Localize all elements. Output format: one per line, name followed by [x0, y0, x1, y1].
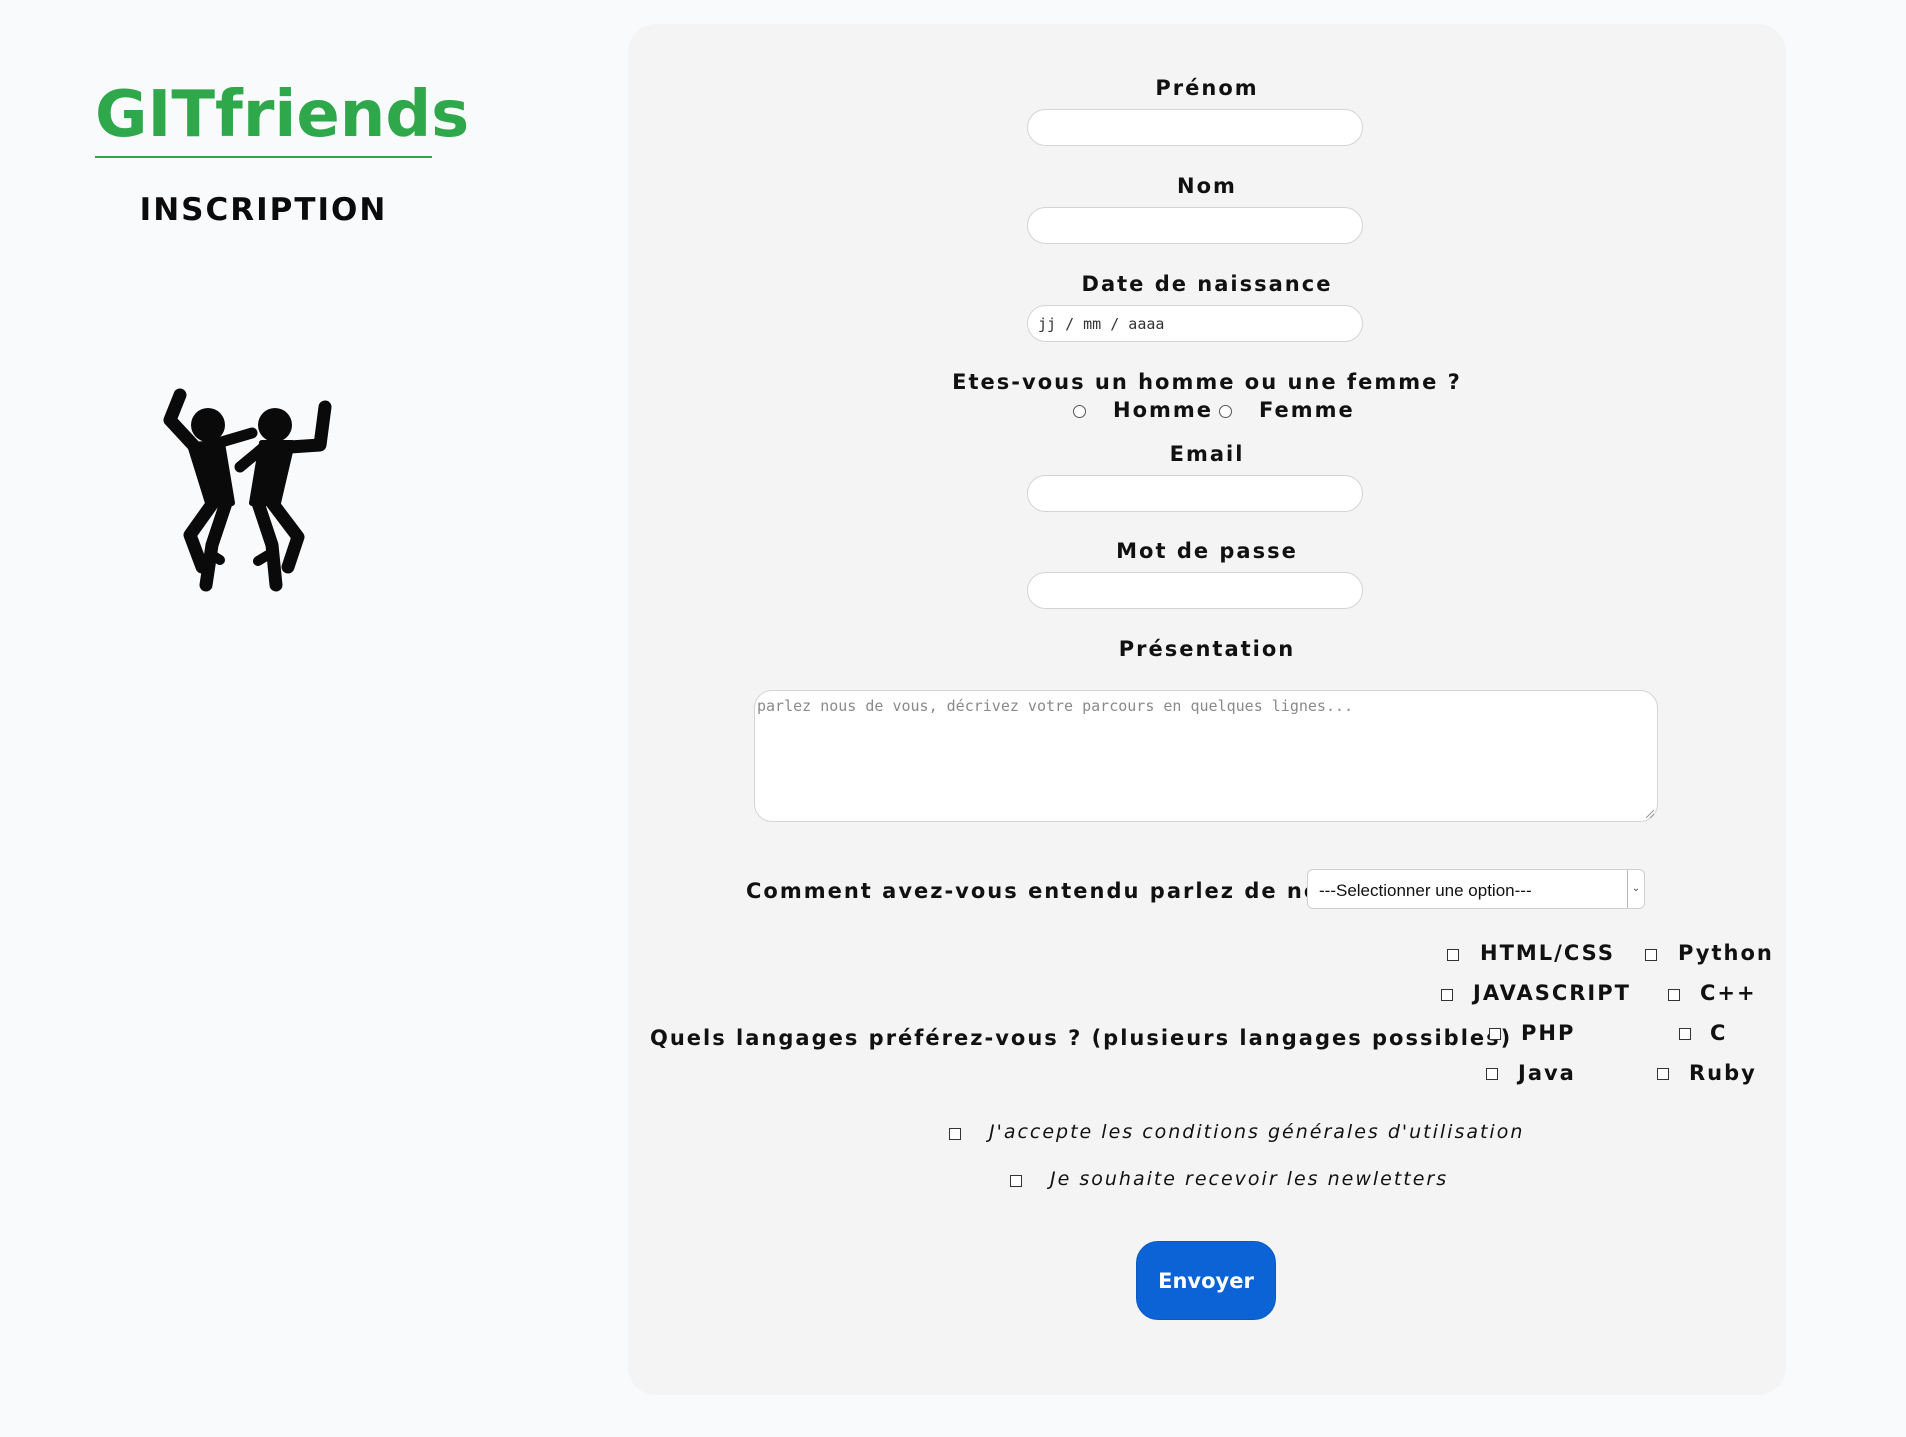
submit-button[interactable]: Envoyer	[1136, 1241, 1276, 1320]
radio-femme[interactable]	[1219, 405, 1232, 418]
gender-question: Etes-vous un homme ou une femme ?	[952, 370, 1462, 394]
first-name-label: Prénom	[1155, 76, 1259, 100]
checkbox-javascript-label[interactable]: JAVASCRIPT	[1473, 981, 1631, 1005]
dancing-people-icon	[163, 388, 332, 592]
last-name-input[interactable]	[1027, 207, 1363, 244]
languages-question: Quels langages préférez-vous ? (plusieur…	[650, 1026, 1513, 1050]
source-select-value: ---Selectionner une option---	[1319, 881, 1532, 900]
checkbox-ruby-label[interactable]: Ruby	[1689, 1061, 1757, 1085]
checkbox-java[interactable]	[1486, 1068, 1498, 1080]
checkbox-java-label[interactable]: Java	[1518, 1061, 1576, 1085]
birth-date-input[interactable]: jj / mm / aaaa	[1027, 305, 1363, 342]
password-label: Mot de passe	[1116, 539, 1298, 563]
first-name-input[interactable]	[1027, 109, 1363, 146]
checkbox-php[interactable]	[1489, 1028, 1501, 1040]
radio-femme-label[interactable]: Femme	[1259, 398, 1355, 422]
checkbox-python-label[interactable]: Python	[1678, 941, 1774, 965]
checkbox-terms-label[interactable]: J'accepte les conditions générales d'uti…	[989, 1121, 1524, 1143]
signup-form: Prénom Nom Date de naissance jj / mm / a…	[628, 24, 1786, 1395]
source-label: Comment avez-vous entendu parlez de nous…	[746, 879, 1366, 903]
checkbox-newsletter-label[interactable]: Je souhaite recevoir les newletters	[1050, 1168, 1448, 1190]
checkbox-html-css-label[interactable]: HTML/CSS	[1480, 941, 1615, 965]
checkbox-terms[interactable]	[949, 1128, 961, 1140]
checkbox-html-css[interactable]	[1447, 949, 1459, 961]
page-title: INSCRIPTION	[139, 192, 388, 228]
gender-options: Homme Femme	[628, 398, 1786, 428]
checkbox-cpp-label[interactable]: C++	[1700, 981, 1757, 1005]
checkbox-ruby[interactable]	[1657, 1068, 1669, 1080]
chevron-down-icon[interactable]: ⌄	[1627, 870, 1644, 908]
checkbox-javascript[interactable]	[1441, 989, 1453, 1001]
radio-homme[interactable]	[1073, 405, 1086, 418]
email-input[interactable]	[1027, 475, 1363, 512]
checkbox-php-label[interactable]: PHP	[1521, 1021, 1575, 1045]
presentation-label: Présentation	[1118, 637, 1296, 661]
checkbox-python[interactable]	[1645, 949, 1657, 961]
email-label: Email	[1169, 442, 1245, 466]
presentation-placeholder: parlez nous de vous, décrivez votre parc…	[757, 697, 1354, 715]
checkbox-cpp[interactable]	[1668, 989, 1680, 1001]
resize-grip-icon[interactable]	[1646, 810, 1654, 818]
radio-homme-label[interactable]: Homme	[1113, 398, 1213, 422]
birth-date-placeholder: jj / mm / aaaa	[1038, 315, 1165, 333]
checkbox-newsletter[interactable]	[1010, 1175, 1022, 1187]
checkbox-c[interactable]	[1679, 1028, 1691, 1040]
source-select[interactable]: ---Selectionner une option--- ⌄	[1307, 869, 1645, 909]
last-name-label: Nom	[1177, 174, 1237, 198]
presentation-textarea[interactable]: parlez nous de vous, décrivez votre parc…	[754, 690, 1658, 822]
checkbox-c-label[interactable]: C	[1710, 1021, 1727, 1045]
password-input[interactable]	[1027, 572, 1363, 609]
site-logo[interactable]: GITfriends	[95, 74, 469, 158]
birth-date-label: Date de naissance	[1081, 272, 1333, 296]
